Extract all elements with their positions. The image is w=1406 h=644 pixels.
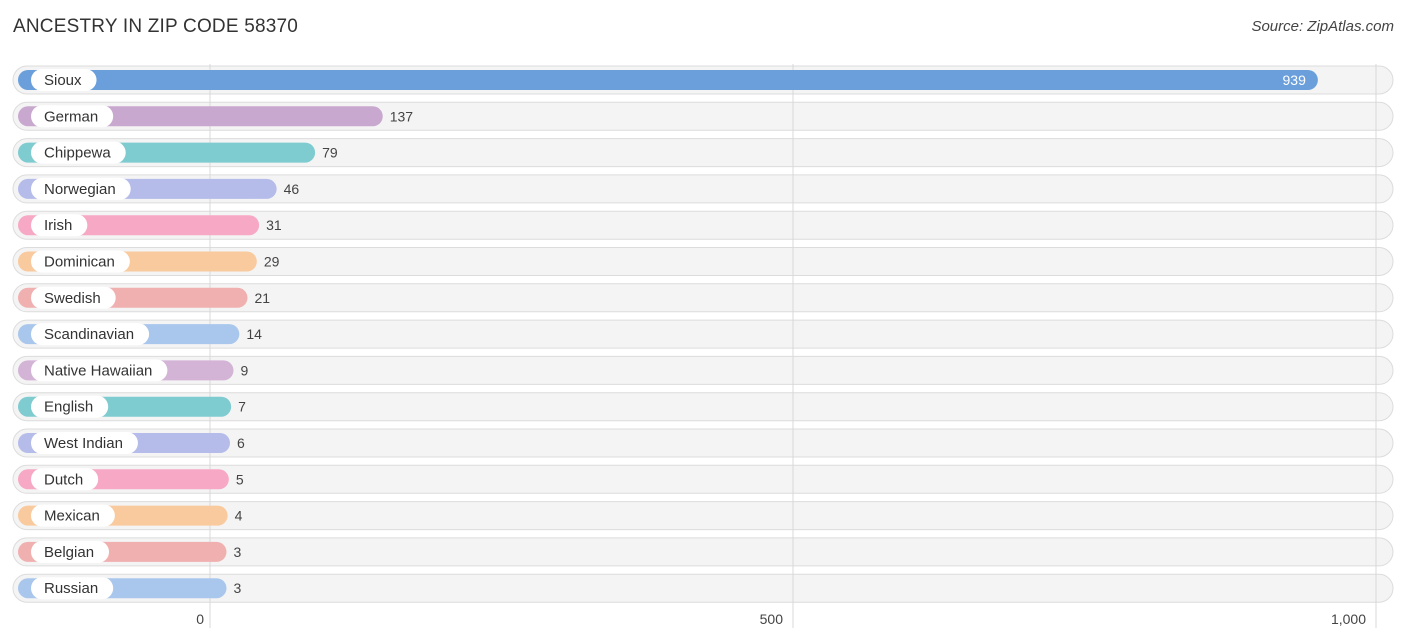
value-label: 6 — [237, 435, 245, 451]
value-label: 939 — [1283, 72, 1307, 88]
value-label: 29 — [264, 254, 280, 270]
value-label: 4 — [235, 508, 243, 524]
value-label: 137 — [390, 108, 414, 124]
bar-group: English 7 — [18, 395, 246, 418]
x-tick-label: 0 — [196, 611, 204, 627]
category-label: Belgian — [44, 544, 94, 561]
bar-group: Swedish 21 — [18, 286, 270, 309]
value-label: 5 — [236, 471, 244, 487]
bar-group: Russian 3 — [18, 577, 241, 600]
value-label: 9 — [240, 362, 248, 378]
value-label: 31 — [266, 217, 282, 233]
category-label: West Indian — [44, 435, 123, 452]
category-label: English — [44, 399, 93, 416]
bar-group: Scandinavian 14 — [18, 323, 262, 346]
bar-group: German 137 — [18, 105, 414, 128]
category-label: Native Hawaiian — [44, 362, 152, 379]
category-label: Irish — [44, 217, 72, 234]
category-label: Swedish — [44, 290, 101, 307]
bar-group: Dutch 5 — [18, 468, 244, 491]
x-tick-label: 1,000 — [1331, 611, 1366, 627]
bar-group: West Indian 6 — [18, 432, 245, 454]
bar-group: Mexican 4 — [18, 504, 243, 527]
value-label: 3 — [233, 544, 241, 560]
value-label: 46 — [284, 181, 300, 197]
category-label: German — [44, 108, 98, 125]
category-label: Russian — [44, 580, 98, 597]
category-label: Mexican — [44, 508, 100, 525]
bar-group: Irish 31 — [18, 214, 282, 237]
bar-group: Dominican 29 — [18, 250, 280, 273]
bar-group: Sioux 939 — [18, 69, 1318, 91]
bar-group: Native Hawaiian 9 — [18, 359, 248, 382]
category-label: Dutch — [44, 471, 83, 488]
bar-group: Norwegian 46 — [18, 177, 300, 200]
bar-group: Chippewa 79 — [18, 141, 338, 164]
category-label: Dominican — [44, 254, 115, 271]
bar — [18, 70, 1318, 90]
value-label: 21 — [254, 290, 270, 306]
value-label: 79 — [322, 145, 338, 161]
x-tick-label: 500 — [760, 611, 784, 627]
bar-group: Belgian 3 — [18, 540, 241, 563]
bar-chart: 0 500 1,000Sioux 939German 137Chippewa 79Norw… — [12, 64, 1394, 628]
value-label: 14 — [246, 326, 262, 342]
category-label: Norwegian — [44, 181, 116, 198]
category-label: Sioux — [44, 72, 82, 89]
category-label: Scandinavian — [44, 326, 134, 343]
value-label: 3 — [233, 580, 241, 596]
value-label: 7 — [238, 399, 246, 415]
category-label: Chippewa — [44, 145, 111, 162]
